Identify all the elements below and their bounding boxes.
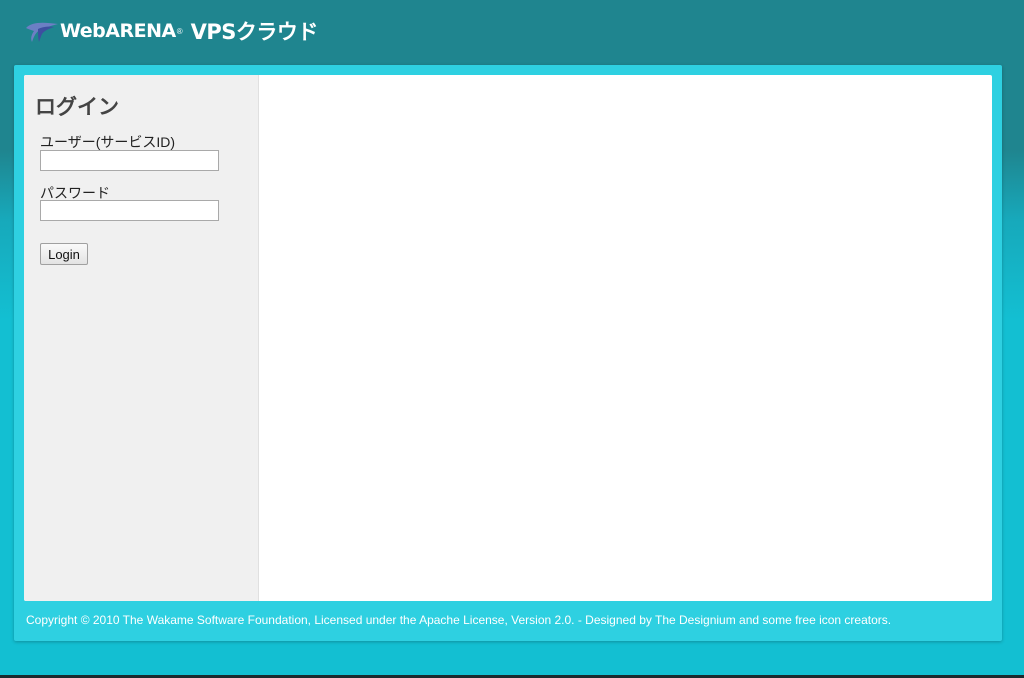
login-title: ログイン: [35, 96, 119, 119]
user-id-label: ユーザー(サービスID): [40, 134, 176, 150]
wing-logo-icon: [24, 16, 60, 46]
logo-product-text: VPSクラウド: [190, 20, 319, 44]
login-sidebar: ログイン ユーザー(サービスID) パスワード Login: [24, 75, 259, 601]
content-panel: ログイン ユーザー(サービスID) パスワード Login: [24, 75, 992, 601]
logo[interactable]: WebARENA ® VPSクラウド: [24, 16, 318, 46]
footer-copyright: Copyright © 2010 The Wakame Software Fou…: [26, 613, 892, 627]
header: WebARENA ® VPSクラウド: [0, 0, 1024, 64]
main-frame: ログイン ユーザー(サービスID) パスワード Login Copyright …: [14, 65, 1002, 641]
logo-registered-mark: ®: [176, 26, 183, 36]
login-button[interactable]: Login: [40, 243, 88, 265]
password-input[interactable]: [40, 200, 219, 221]
logo-brand-text: WebARENA: [60, 20, 176, 42]
user-id-input[interactable]: [40, 150, 219, 171]
